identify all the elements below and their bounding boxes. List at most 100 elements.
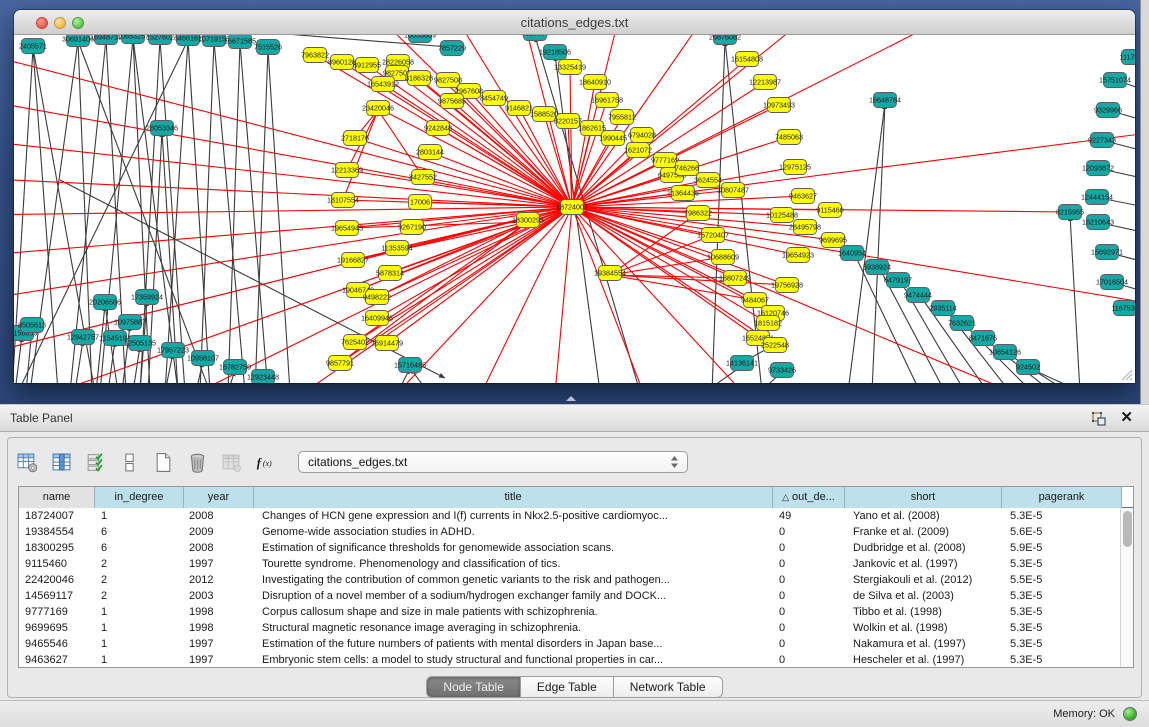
column-header-out_de[interactable]: △out_de... [773,487,845,508]
graph-node[interactable]: 7515526 [254,40,282,55]
graph-node[interactable]: 6794028 [628,128,656,143]
table-settings-icon[interactable] [14,449,40,475]
column-header-pagerank[interactable]: pagerank [1002,487,1122,508]
graph-node[interactable]: 17957223 [157,343,189,358]
cell-pagerank[interactable]: 5.3E-5 [1002,636,1122,652]
graph-node[interactable]: 9329966 [1094,103,1122,118]
graph-node[interactable]: 18724007 [556,200,588,215]
graph-node[interactable]: 8471676 [969,331,997,346]
column-header-title[interactable]: title [254,487,773,508]
cell-name[interactable]: 9115460 [19,556,95,572]
graph-node[interactable]: 10975887 [114,315,146,330]
graph-node[interactable]: 2522548 [761,338,789,353]
cell-out_de[interactable]: 0 [773,604,845,620]
cell-in_degree[interactable]: 1 [95,604,184,620]
select-rows-icon[interactable] [82,449,108,475]
cell-title[interactable]: Tourette syndrome. Phenomenology and cla… [254,556,773,572]
cell-out_de[interactable]: 0 [773,556,845,572]
graph-node[interactable]: 924502 [1016,360,1040,375]
graph-node[interactable]: 15751074 [1099,73,1131,88]
cell-short[interactable]: Dudbridge et al. (2008) [845,540,1002,556]
graph-node[interactable]: 17016504 [1096,275,1128,290]
graph-node[interactable]: 12093872 [1082,161,1114,176]
graph-node[interactable]: 9146821 [505,101,533,116]
float-panel-icon[interactable] [1091,411,1107,427]
cell-short[interactable]: Nakamura et al. (1997) [845,636,1002,652]
graph-node[interactable]: 16961758 [591,93,623,108]
graph-node[interactable]: 2718176 [341,131,369,146]
graph-node[interactable]: 10807487 [717,183,749,198]
graph-node[interactable]: 12213987 [749,75,781,90]
graph-node[interactable]: 16543912 [367,77,399,92]
graph-node[interactable]: 1621072 [624,143,652,158]
graph-node[interactable]: 28495798 [789,220,821,235]
cell-in_degree[interactable]: 6 [95,540,184,556]
cell-in_degree[interactable]: 2 [95,588,184,604]
graph-node[interactable]: 26876082 [709,35,741,45]
cell-pagerank[interactable]: 5.3E-5 [1002,588,1122,604]
cell-pagerank[interactable]: 5.6E-5 [1002,524,1122,540]
table-scrollbar[interactable] [1120,508,1133,667]
new-table-icon[interactable] [150,449,176,475]
graph-node[interactable]: 1990445 [599,131,627,146]
cell-pagerank[interactable]: 5.5E-5 [1002,572,1122,588]
cell-name[interactable]: 9463627 [19,652,95,668]
graph-node[interactable]: 28053346 [146,121,178,136]
graph-node[interactable]: 23420046 [362,101,394,116]
column-chooser-icon[interactable] [48,449,74,475]
graph-node[interactable]: 9242848 [424,121,452,136]
tab-edge-table[interactable]: Edge Table [521,676,614,698]
cell-year[interactable]: 2012 [184,572,254,588]
cell-title[interactable]: Corpus callosum shape and size in male p… [254,604,773,620]
graph-node[interactable]: 7632621 [948,316,976,331]
cell-name[interactable]: 9465546 [19,636,95,652]
graph-node[interactable]: 19654923 [782,248,814,263]
graph-node[interactable]: 17359924 [131,290,163,305]
graph-node[interactable]: 18107554 [327,193,359,208]
cell-short[interactable]: Yano et al. (2008) [845,508,1002,524]
cell-year[interactable]: 2008 [184,508,254,524]
graph-node[interactable]: 8505613 [18,318,46,333]
cell-title[interactable]: Embryonic stem cells: a model to study s… [254,652,773,668]
cell-year[interactable]: 2003 [184,588,254,604]
cell-year[interactable]: 2009 [184,524,254,540]
graph-node[interactable]: 2405571 [19,39,47,54]
graph-node[interactable]: 10688609 [707,250,739,265]
cell-out_de[interactable]: 0 [773,540,845,556]
cell-name[interactable]: 18300295 [19,540,95,556]
graph-node[interactable]: 9227343 [1088,133,1116,148]
cell-year[interactable]: 2008 [184,540,254,556]
table-row[interactable]: 911546021997Tourette syndrome. Phenomeno… [19,556,1133,572]
cell-name[interactable]: 14569117 [19,588,95,604]
graph-node[interactable]: 15716485 [394,358,426,373]
function-builder-icon[interactable]: f(x) [252,449,278,475]
graph-node[interactable]: 10125488 [766,208,798,223]
cell-pagerank[interactable]: 5.3E-5 [1002,620,1122,636]
table-row[interactable]: 1456911722003Disruption of a novel membe… [19,588,1133,604]
cell-title[interactable]: Genome-wide association studies in ADHD. [254,524,773,540]
graph-node[interactable]: 20206586 [89,295,121,310]
graph-node[interactable]: 18807249 [719,271,751,286]
graph-node[interactable]: 7955812 [608,110,636,125]
cell-short[interactable]: Hescheler et al. (1997) [845,652,1002,668]
graph-node[interactable]: 10653257 [117,35,149,44]
cell-name[interactable]: 22420046 [19,572,95,588]
graph-node[interactable]: 9699695 [819,233,847,248]
graph-node[interactable]: 21364436 [667,186,699,201]
graph-node[interactable]: 16671585 [224,35,256,49]
resize-grip-icon[interactable] [1119,367,1133,381]
tab-network-table[interactable]: Network Table [614,676,723,698]
graph-node[interactable]: 8813054 [521,35,549,41]
graph-node[interactable]: 17006 [409,195,432,210]
cell-title[interactable]: Investigating the contribution of common… [254,572,773,588]
cell-out_de[interactable]: 0 [773,620,845,636]
graph-node[interactable]: 8960128 [328,55,356,70]
table-row[interactable]: 2242004622012Investigating the contribut… [19,572,1133,588]
table-row[interactable]: 1938455462009Genome-wide association stu… [19,524,1133,540]
close-panel-icon[interactable]: ✕ [1120,408,1133,426]
cell-short[interactable]: Wolkin et al. (1998) [845,620,1002,636]
graph-node[interactable]: 7857229 [438,41,466,56]
graph-node[interactable]: 1117304 [1120,50,1135,65]
graph-node[interactable]: 19218506 [539,45,571,60]
citation-network-graph[interactable]: 1872400779638228960128891295528226058982… [14,35,1135,383]
